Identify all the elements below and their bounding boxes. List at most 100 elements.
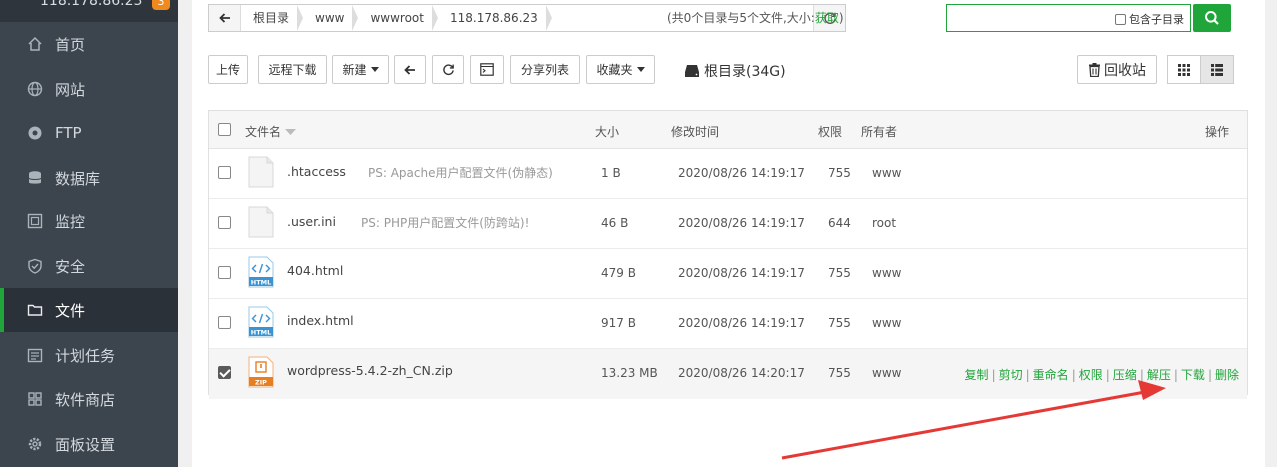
database-icon — [26, 169, 44, 187]
column-name[interactable]: 文件名 — [245, 123, 296, 140]
sidebar-item-files[interactable]: 文件 — [0, 288, 178, 332]
remote-download-button[interactable]: 远程下载 — [258, 55, 327, 84]
file-permission[interactable]: 644 — [828, 216, 851, 230]
share-list-button[interactable]: 分享列表 — [510, 55, 580, 84]
favorites-dropdown-button[interactable]: 收藏夹 — [586, 55, 655, 84]
search-icon — [1205, 11, 1219, 25]
sidebar-item-home[interactable]: 首页 — [0, 22, 178, 66]
sidebar-item-label: 文件 — [55, 301, 86, 320]
file-table: 文件名 大小 修改时间 权限 所有者 操作 .htaccess PS: Apac… — [208, 110, 1248, 399]
row-checkbox[interactable] — [218, 316, 231, 329]
file-permission[interactable]: 755 — [828, 316, 851, 330]
row-operations: 复制 | 剪切 | 重命名 | 权限 | 压缩 | 解压 | 下载 | 删除 — [964, 368, 1239, 382]
upload-button[interactable]: 上传 — [208, 55, 248, 84]
svg-text:ZIP: ZIP — [255, 378, 267, 386]
download-link[interactable]: 下载 — [1181, 368, 1205, 382]
file-permission[interactable]: 755 — [828, 166, 851, 180]
row-checkbox[interactable] — [218, 366, 231, 379]
table-row[interactable]: HTML index.html 917 B 2020/08/26 14:19:1… — [209, 299, 1247, 349]
list-view-button[interactable] — [1200, 55, 1234, 84]
select-all-checkbox[interactable] — [218, 123, 231, 136]
globe-icon — [26, 80, 44, 98]
search-input[interactable] — [951, 8, 1101, 28]
file-mtime: 2020/08/26 14:19:17 — [678, 166, 805, 180]
sidebar-item-cron[interactable]: 计划任务 — [0, 333, 178, 377]
monitor-icon — [26, 212, 44, 230]
file-permission[interactable]: 755 — [828, 266, 851, 280]
breadcrumb-item[interactable]: 118.178.86.23 — [438, 5, 552, 31]
table-row[interactable]: ZIP wordpress-5.4.2-zh_CN.zip 13.23 MB 2… — [209, 349, 1247, 399]
sidebar-item-label: 面板设置 — [55, 435, 116, 454]
recycle-bin-button[interactable]: 回收站 — [1077, 55, 1157, 84]
sidebar-item-store[interactable]: 软件商店 — [0, 377, 178, 421]
disk-indicator: 根目录(34G) — [684, 61, 786, 81]
list-view-icon — [1211, 63, 1223, 76]
grid-view-button[interactable] — [1167, 55, 1201, 84]
directory-summary: (共0个目录与5个文件,大小:获取) — [667, 11, 844, 25]
breadcrumb-item[interactable]: www — [303, 5, 359, 31]
column-mtime[interactable]: 修改时间 — [671, 123, 719, 140]
delete-link[interactable]: 删除 — [1215, 368, 1239, 382]
svg-text:HTML: HTML — [251, 328, 271, 336]
column-permission[interactable]: 权限 — [818, 123, 842, 140]
compress-link[interactable]: 压缩 — [1113, 368, 1137, 382]
file-size: 917 B — [601, 316, 636, 330]
copy-link[interactable]: 复制 — [965, 368, 989, 382]
file-size: 1 B — [601, 166, 621, 180]
get-size-link[interactable]: 获取 — [815, 11, 839, 25]
file-name[interactable]: index.html — [287, 313, 354, 328]
include-subdir-checkbox[interactable] — [1115, 13, 1126, 25]
file-owner: www — [872, 366, 902, 380]
row-checkbox[interactable] — [218, 216, 231, 229]
notification-badge[interactable]: 3 — [152, 0, 170, 10]
file-name[interactable]: .htaccess — [287, 164, 346, 179]
sidebar-item-monitor[interactable]: 监控 — [0, 199, 178, 243]
table-row[interactable]: HTML 404.html 479 B 2020/08/26 14:19:17 … — [209, 249, 1247, 299]
folder-icon — [26, 301, 44, 319]
file-remark: PS: Apache用户配置文件(伪静态) — [368, 166, 553, 180]
back-button[interactable] — [209, 5, 241, 31]
sort-down-icon — [284, 129, 296, 135]
column-owner[interactable]: 所有者 — [861, 123, 897, 140]
table-row[interactable]: .user.ini PS: PHP用户配置文件(防跨站)! 46 B 2020/… — [209, 199, 1247, 249]
extract-link[interactable]: 解压 — [1147, 368, 1171, 382]
file-size: 46 B — [601, 216, 629, 230]
cut-link[interactable]: 剪切 — [999, 368, 1023, 382]
include-subdir-toggle[interactable]: 包含子目录 — [1115, 11, 1184, 27]
clock-icon — [26, 346, 44, 364]
file-mtime: 2020/08/26 14:19:17 — [678, 266, 805, 280]
sidebar-item-security[interactable]: 安全 — [0, 244, 178, 288]
sidebar-item-ftp[interactable]: FTP — [0, 111, 178, 155]
hard-drive-icon — [685, 65, 699, 77]
sidebar-item-website[interactable]: 网站 — [0, 67, 178, 111]
file-name[interactable]: 404.html — [287, 263, 343, 278]
row-checkbox[interactable] — [218, 266, 231, 279]
breadcrumb-item[interactable]: 根目录 — [241, 5, 304, 31]
file-size: 479 B — [601, 266, 636, 280]
file-mtime: 2020/08/26 14:19:17 — [678, 316, 805, 330]
html-file-icon: HTML — [248, 306, 274, 338]
terminal-icon — [480, 63, 494, 76]
sidebar-item-database[interactable]: 数据库 — [0, 156, 178, 200]
rename-link[interactable]: 重命名 — [1033, 368, 1069, 382]
search-button[interactable] — [1193, 4, 1231, 32]
file-name[interactable]: wordpress-5.4.2-zh_CN.zip — [287, 363, 453, 378]
sidebar-item-settings[interactable]: 面板设置 — [0, 422, 178, 466]
permission-link[interactable]: 权限 — [1079, 368, 1103, 382]
table-row[interactable]: .htaccess PS: Apache用户配置文件(伪静态) 1 B 2020… — [209, 149, 1247, 199]
row-checkbox[interactable] — [218, 166, 231, 179]
file-permission[interactable]: 755 — [828, 366, 851, 380]
file-name[interactable]: .user.ini — [287, 214, 336, 229]
sidebar-item-label: FTP — [55, 124, 82, 142]
new-dropdown-button[interactable]: 新建 — [332, 55, 389, 84]
search-box: 包含子目录 — [946, 4, 1191, 32]
column-size[interactable]: 大小 — [595, 123, 619, 140]
file-mtime: 2020/08/26 14:19:17 — [678, 216, 805, 230]
file-mtime: 2020/08/26 14:20:17 — [678, 366, 805, 380]
refresh-button[interactable] — [432, 55, 464, 84]
terminal-button[interactable] — [470, 55, 504, 84]
breadcrumb-item[interactable]: wwwroot — [358, 5, 438, 31]
parent-directory-button[interactable] — [394, 55, 426, 84]
arrow-left-icon — [404, 64, 415, 75]
sidebar-item-label: 监控 — [55, 212, 86, 231]
